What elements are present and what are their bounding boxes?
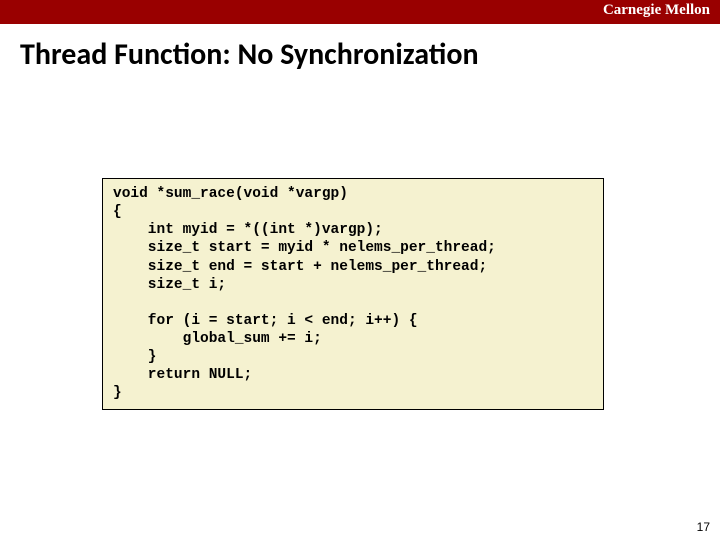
page-number: 17 <box>697 520 710 534</box>
code-box: void *sum_race(void *vargp) { int myid =… <box>102 178 604 410</box>
code-listing: void *sum_race(void *vargp) { int myid =… <box>113 185 593 403</box>
org-label: Carnegie Mellon <box>603 2 710 19</box>
header-bar: Carnegie Mellon <box>0 0 720 24</box>
slide-title: Thread Function: No Synchronization <box>20 36 720 73</box>
